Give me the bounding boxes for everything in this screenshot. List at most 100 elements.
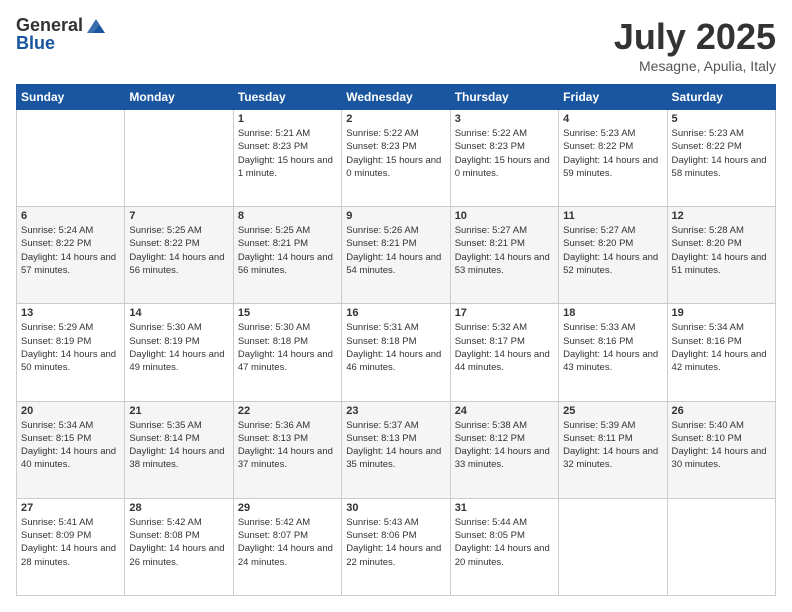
day-number: 20: [21, 405, 120, 417]
header-wednesday: Wednesday: [342, 85, 450, 110]
day-number: 9: [346, 210, 445, 222]
day-info: Sunrise: 5:34 AMSunset: 8:16 PMDaylight:…: [672, 321, 771, 374]
calendar-cell: 3 Sunrise: 5:22 AMSunset: 8:23 PMDaylight…: [450, 110, 558, 207]
day-number: 31: [455, 502, 554, 514]
day-info: Sunrise: 5:36 AMSunset: 8:13 PMDaylight:…: [238, 419, 337, 472]
calendar-cell: 10 Sunrise: 5:27 AMSunset: 8:21 PMDayligh…: [450, 207, 558, 304]
calendar-cell: 18 Sunrise: 5:33 AMSunset: 8:16 PMDayligh…: [559, 304, 667, 401]
day-info: Sunrise: 5:26 AMSunset: 8:21 PMDaylight:…: [346, 224, 445, 277]
calendar-cell: 21 Sunrise: 5:35 AMSunset: 8:14 PMDayligh…: [125, 401, 233, 498]
day-info: Sunrise: 5:43 AMSunset: 8:06 PMDaylight:…: [346, 516, 445, 569]
day-number: 17: [455, 307, 554, 319]
day-number: 11: [563, 210, 662, 222]
day-number: 26: [672, 405, 771, 417]
title-block: July 2025 Mesagne, Apulia, Italy: [614, 16, 776, 74]
day-info: Sunrise: 5:39 AMSunset: 8:11 PMDaylight:…: [563, 419, 662, 472]
day-info: Sunrise: 5:44 AMSunset: 8:05 PMDaylight:…: [455, 516, 554, 569]
calendar-cell: 4 Sunrise: 5:23 AMSunset: 8:22 PMDaylight…: [559, 110, 667, 207]
day-number: 2: [346, 113, 445, 125]
day-info: Sunrise: 5:41 AMSunset: 8:09 PMDaylight:…: [21, 516, 120, 569]
day-number: 4: [563, 113, 662, 125]
day-number: 15: [238, 307, 337, 319]
day-info: Sunrise: 5:34 AMSunset: 8:15 PMDaylight:…: [21, 419, 120, 472]
day-info: Sunrise: 5:27 AMSunset: 8:20 PMDaylight:…: [563, 224, 662, 277]
calendar-table: Sunday Monday Tuesday Wednesday Thursday…: [16, 84, 776, 596]
day-number: 23: [346, 405, 445, 417]
day-number: 5: [672, 113, 771, 125]
logo-icon: [85, 15, 107, 35]
calendar-week-4: 20 Sunrise: 5:34 AMSunset: 8:15 PMDayligh…: [17, 401, 776, 498]
calendar-cell: [559, 498, 667, 595]
calendar-cell: 9 Sunrise: 5:26 AMSunset: 8:21 PMDaylight…: [342, 207, 450, 304]
calendar-cell: 17Sunrise: 5:32 AMSunset: 8:17 PMDayligh…: [450, 304, 558, 401]
day-info: Sunrise: 5:23 AMSunset: 8:22 PMDaylight:…: [672, 127, 771, 180]
calendar-week-5: 27 Sunrise: 5:41 AMSunset: 8:09 PMDayligh…: [17, 498, 776, 595]
day-number: 18: [563, 307, 662, 319]
calendar-cell: 7 Sunrise: 5:25 AMSunset: 8:22 PMDaylight…: [125, 207, 233, 304]
day-info: Sunrise: 5:28 AMSunset: 8:20 PMDaylight:…: [672, 224, 771, 277]
calendar-cell: 5 Sunrise: 5:23 AMSunset: 8:22 PMDaylight…: [667, 110, 775, 207]
day-info: Sunrise: 5:33 AMSunset: 8:16 PMDaylight:…: [563, 321, 662, 374]
day-info: Sunrise: 5:30 AMSunset: 8:18 PMDaylight:…: [238, 321, 337, 374]
day-info: Sunrise: 5:29 AMSunset: 8:19 PMDaylight:…: [21, 321, 120, 374]
calendar-cell: 20 Sunrise: 5:34 AMSunset: 8:15 PMDayligh…: [17, 401, 125, 498]
day-number: 27: [21, 502, 120, 514]
logo-blue: Blue: [16, 34, 55, 54]
day-number: 30: [346, 502, 445, 514]
logo: General Blue: [16, 16, 107, 54]
day-number: 28: [129, 502, 228, 514]
calendar-cell: 22 Sunrise: 5:36 AMSunset: 8:13 PMDayligh…: [233, 401, 341, 498]
calendar-week-2: 6Sunrise: 5:24 AMSunset: 8:22 PMDaylight…: [17, 207, 776, 304]
day-number: 21: [129, 405, 228, 417]
day-info: Sunrise: 5:37 AMSunset: 8:13 PMDaylight:…: [346, 419, 445, 472]
day-info: Sunrise: 5:42 AMSunset: 8:07 PMDaylight:…: [238, 516, 337, 569]
day-info: Sunrise: 5:40 AMSunset: 8:10 PMDaylight:…: [672, 419, 771, 472]
header-sunday: Sunday: [17, 85, 125, 110]
day-info: Sunrise: 5:23 AMSunset: 8:22 PMDaylight:…: [563, 127, 662, 180]
calendar-cell: 16Sunrise: 5:31 AMSunset: 8:18 PMDayligh…: [342, 304, 450, 401]
day-info: Sunrise: 5:25 AMSunset: 8:22 PMDaylight:…: [129, 224, 228, 277]
calendar-cell: 31 Sunrise: 5:44 AMSunset: 8:05 PMDayligh…: [450, 498, 558, 595]
calendar-cell: 2 Sunrise: 5:22 AMSunset: 8:23 PMDaylight…: [342, 110, 450, 207]
day-number: 16: [346, 307, 445, 319]
calendar-cell: 12Sunrise: 5:28 AMSunset: 8:20 PMDayligh…: [667, 207, 775, 304]
weekday-header-row: Sunday Monday Tuesday Wednesday Thursday…: [17, 85, 776, 110]
calendar-cell: 27 Sunrise: 5:41 AMSunset: 8:09 PMDayligh…: [17, 498, 125, 595]
day-info: Sunrise: 5:25 AMSunset: 8:21 PMDaylight:…: [238, 224, 337, 277]
day-info: Sunrise: 5:22 AMSunset: 8:23 PMDaylight:…: [346, 127, 445, 180]
calendar-cell: [17, 110, 125, 207]
page: General Blue July 2025 Mesagne, Apulia, …: [0, 0, 792, 612]
calendar-cell: 13Sunrise: 5:29 AMSunset: 8:19 PMDayligh…: [17, 304, 125, 401]
day-number: 8: [238, 210, 337, 222]
calendar-cell: 1Sunrise: 5:21 AMSunset: 8:23 PMDaylight…: [233, 110, 341, 207]
calendar-cell: 23 Sunrise: 5:37 AMSunset: 8:13 PMDayligh…: [342, 401, 450, 498]
calendar-cell: [125, 110, 233, 207]
calendar-cell: 26 Sunrise: 5:40 AMSunset: 8:10 PMDayligh…: [667, 401, 775, 498]
calendar-cell: 14Sunrise: 5:30 AMSunset: 8:19 PMDayligh…: [125, 304, 233, 401]
day-number: 7: [129, 210, 228, 222]
day-number: 22: [238, 405, 337, 417]
location: Mesagne, Apulia, Italy: [614, 58, 776, 74]
header-tuesday: Tuesday: [233, 85, 341, 110]
calendar-cell: [667, 498, 775, 595]
day-info: Sunrise: 5:35 AMSunset: 8:14 PMDaylight:…: [129, 419, 228, 472]
day-info: Sunrise: 5:42 AMSunset: 8:08 PMDaylight:…: [129, 516, 228, 569]
calendar-cell: 30 Sunrise: 5:43 AMSunset: 8:06 PMDayligh…: [342, 498, 450, 595]
calendar-cell: 28 Sunrise: 5:42 AMSunset: 8:08 PMDayligh…: [125, 498, 233, 595]
calendar-week-3: 13Sunrise: 5:29 AMSunset: 8:19 PMDayligh…: [17, 304, 776, 401]
calendar-cell: 15 Sunrise: 5:30 AMSunset: 8:18 PMDayligh…: [233, 304, 341, 401]
day-number: 3: [455, 113, 554, 125]
day-info: Sunrise: 5:27 AMSunset: 8:21 PMDaylight:…: [455, 224, 554, 277]
day-info: Sunrise: 5:24 AMSunset: 8:22 PMDaylight:…: [21, 224, 120, 277]
header-friday: Friday: [559, 85, 667, 110]
header-saturday: Saturday: [667, 85, 775, 110]
day-info: Sunrise: 5:38 AMSunset: 8:12 PMDaylight:…: [455, 419, 554, 472]
day-info: Sunrise: 5:22 AMSunset: 8:23 PMDaylight:…: [455, 127, 554, 180]
calendar-cell: 24Sunrise: 5:38 AMSunset: 8:12 PMDayligh…: [450, 401, 558, 498]
day-number: 1: [238, 113, 337, 125]
calendar-week-1: 1Sunrise: 5:21 AMSunset: 8:23 PMDaylight…: [17, 110, 776, 207]
calendar-cell: 11 Sunrise: 5:27 AMSunset: 8:20 PMDayligh…: [559, 207, 667, 304]
day-number: 10: [455, 210, 554, 222]
calendar-cell: 29Sunrise: 5:42 AMSunset: 8:07 PMDayligh…: [233, 498, 341, 595]
month-title: July 2025: [614, 16, 776, 58]
